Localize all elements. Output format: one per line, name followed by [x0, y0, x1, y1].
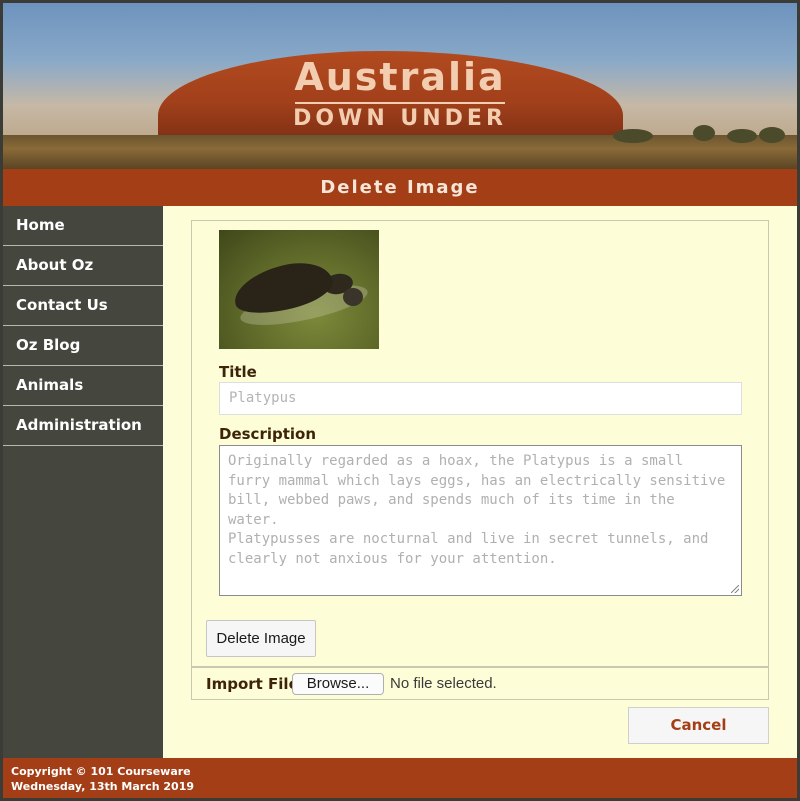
site-subtitle: DOWN UNDER — [293, 106, 507, 131]
copyright-text: Copyright © 101 Courseware — [11, 765, 191, 778]
browse-button[interactable]: Browse... — [292, 673, 384, 695]
description-field[interactable]: Originally regarded as a hoax, the Platy… — [219, 445, 742, 596]
file-status-text: No file selected. — [390, 675, 497, 692]
title-label: Title — [219, 363, 257, 381]
bush-decoration — [727, 129, 757, 143]
bush-decoration — [613, 129, 653, 143]
footer-date: Wednesday, 13th March 2019 — [11, 780, 195, 793]
desert-ground — [3, 135, 797, 169]
description-label: Description — [219, 425, 317, 443]
title-divider — [295, 102, 505, 104]
cancel-button[interactable]: Cancel — [628, 707, 769, 744]
delete-image-button[interactable]: Delete Image — [206, 620, 316, 657]
sidebar-item-animals[interactable]: Animals — [3, 366, 163, 406]
page-frame: Australia DOWN UNDER Delete Image Home A… — [3, 3, 797, 798]
footer: Copyright © 101 Courseware Wednesday, 13… — [3, 758, 797, 798]
sidebar-nav: Home About Oz Contact Us Oz Blog Animals… — [3, 206, 163, 758]
description-text: Originally regarded as a hoax, the Platy… — [228, 453, 726, 567]
import-file-row: Import File Browse... No file selected. — [191, 667, 769, 700]
import-file-label: Import File — [206, 675, 299, 693]
header-banner: Australia DOWN UNDER — [3, 3, 797, 169]
site-title: Australia — [294, 55, 506, 99]
title-field[interactable]: Platypus — [219, 382, 742, 415]
sidebar-item-about-oz[interactable]: About Oz — [3, 246, 163, 286]
page-title: Delete Image — [3, 169, 797, 206]
sidebar-item-contact-us[interactable]: Contact Us — [3, 286, 163, 326]
platypus-image — [219, 230, 379, 349]
sidebar-item-administration[interactable]: Administration — [3, 406, 163, 446]
sidebar-item-home[interactable]: Home — [3, 206, 163, 246]
sidebar-item-oz-blog[interactable]: Oz Blog — [3, 326, 163, 366]
resize-handle-icon[interactable] — [731, 585, 739, 593]
image-detail — [343, 288, 363, 306]
image-form-panel: Title Platypus Description Originally re… — [191, 220, 769, 667]
